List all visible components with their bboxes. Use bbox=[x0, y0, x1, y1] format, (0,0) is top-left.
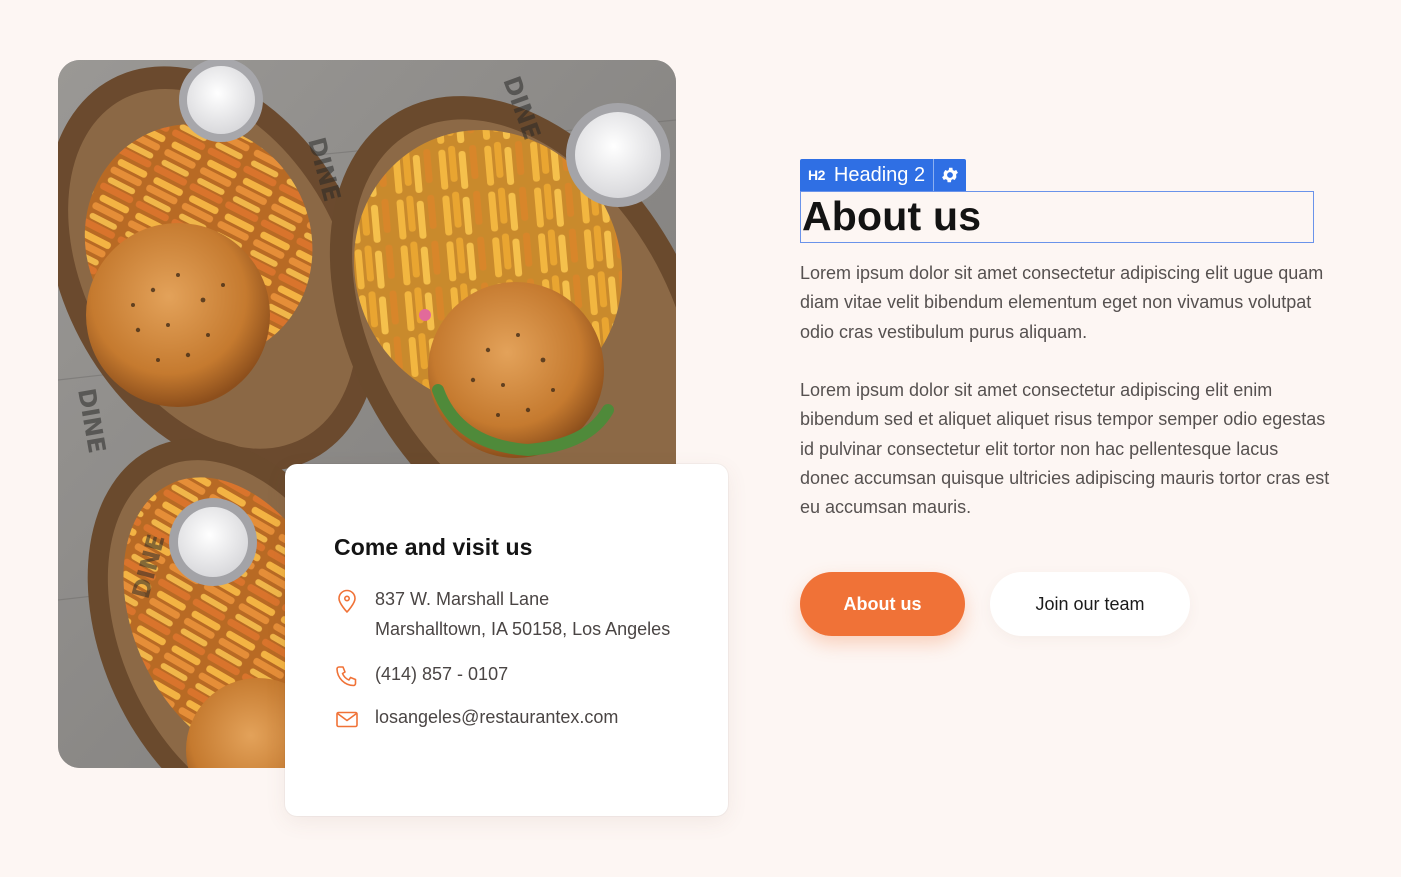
about-paragraph-1: Lorem ipsum dolor sit amet consectetur a… bbox=[800, 263, 1324, 342]
about-paragraph-2: Lorem ipsum dolor sit amet consectetur a… bbox=[800, 380, 1330, 518]
phone-link[interactable]: (414) 857 - 0107 bbox=[375, 659, 508, 689]
address-text: 837 W. Marshall Lane Marshalltown, IA 50… bbox=[375, 584, 670, 644]
email-link[interactable]: losangeles@restaurantex.com bbox=[375, 702, 618, 732]
join-our-team-button[interactable]: Join our team bbox=[990, 572, 1190, 636]
widget-name: Heading 2 bbox=[833, 163, 926, 186]
phone-icon bbox=[334, 663, 360, 689]
visit-title: Come and visit us bbox=[334, 534, 533, 560]
email-row: losangeles@restaurantex.com bbox=[334, 705, 728, 732]
address-line-2: Marshalltown, IA 50158, Los Angeles bbox=[375, 619, 671, 639]
about-heading-selection[interactable]: About us bbox=[800, 191, 1314, 243]
address-line-1: 837 W. Marshall Lane bbox=[375, 589, 550, 609]
gear-icon[interactable] bbox=[933, 159, 966, 191]
about-us-button[interactable]: About us bbox=[800, 572, 965, 636]
heading-widget-label[interactable]: H2 Heading 2 bbox=[800, 159, 933, 191]
location-pin-icon bbox=[334, 588, 360, 614]
h2-tag-icon: H2 bbox=[808, 167, 825, 183]
phone-row: (414) 857 - 0107 bbox=[334, 662, 728, 689]
address-row: 837 W. Marshall Lane Marshalltown, IA 50… bbox=[334, 587, 728, 644]
heading-widget-toolbar[interactable]: H2 Heading 2 bbox=[800, 159, 967, 191]
visit-card: Come and visit us 837 W. Marshall Lane M… bbox=[285, 464, 728, 816]
about-heading[interactable]: About us bbox=[802, 192, 1313, 240]
mail-icon bbox=[334, 706, 360, 732]
